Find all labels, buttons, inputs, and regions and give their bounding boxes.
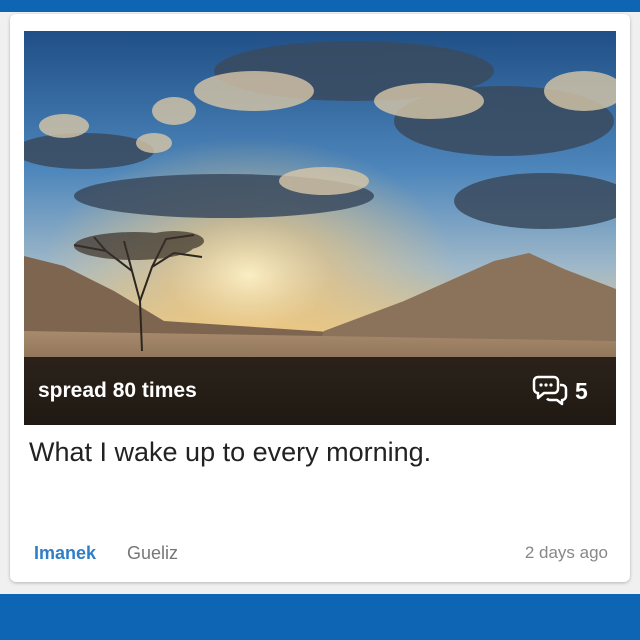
- bottom-app-bar: [0, 594, 640, 640]
- post-caption: What I wake up to every morning.: [29, 437, 432, 467]
- top-app-bar: [0, 0, 640, 12]
- location-link[interactable]: Gueliz: [127, 543, 178, 564]
- comment-count[interactable]: 5: [575, 378, 588, 405]
- post-photo[interactable]: spread 80 times 5: [24, 31, 616, 425]
- photo-info-overlay: spread 80 times 5: [24, 357, 616, 425]
- post-timestamp: 2 days ago: [524, 543, 608, 562]
- spread-count-label: spread 80 times: [38, 379, 197, 402]
- post-card[interactable]: spread 80 times 5 What I wake up to ever…: [10, 14, 630, 582]
- comment-bubbles-icon[interactable]: [532, 373, 568, 407]
- author-link[interactable]: Imanek: [34, 543, 96, 564]
